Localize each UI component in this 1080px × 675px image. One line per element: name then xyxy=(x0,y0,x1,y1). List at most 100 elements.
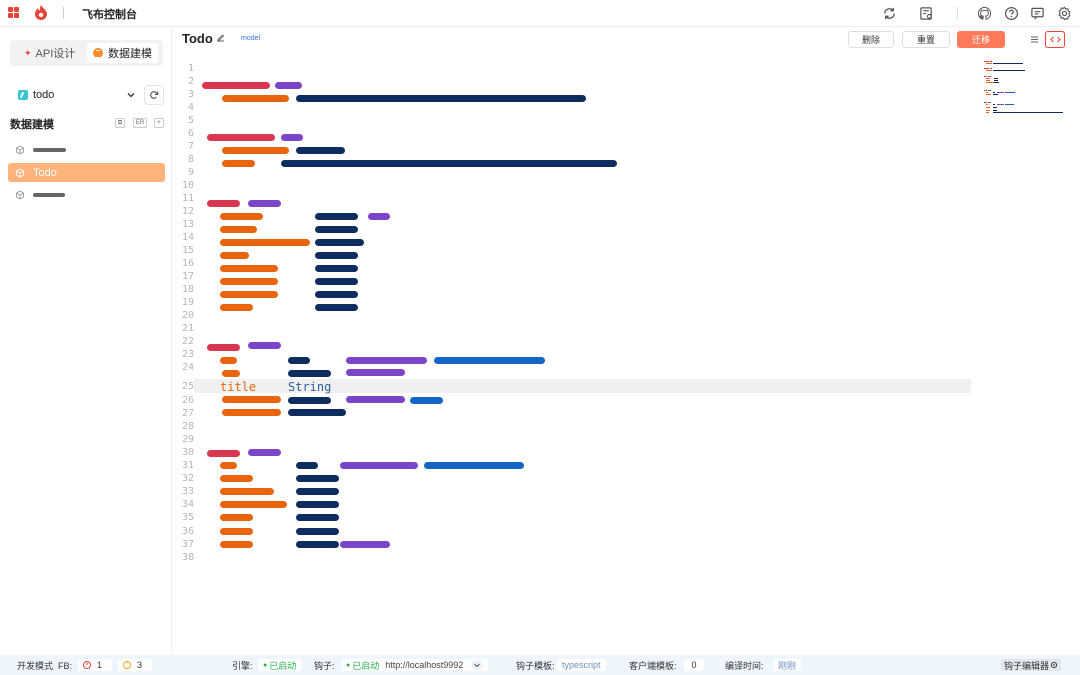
delete-button[interactable]: 删除 xyxy=(848,31,894,48)
line-number: 5 xyxy=(187,115,194,126)
section-tools: ⧉ ER + xyxy=(115,118,164,128)
refresh-button[interactable] xyxy=(144,85,164,105)
hook-template-value[interactable]: typescript xyxy=(557,659,606,671)
redacted-token xyxy=(202,82,270,89)
dev-mode-label: 开发模式 xyxy=(17,661,54,671)
hook-editor-label: 钩子编辑器 xyxy=(1004,660,1050,671)
line-number: 4 xyxy=(187,102,194,113)
sync-icon[interactable] xyxy=(881,5,897,21)
redacted-token xyxy=(248,449,281,456)
code-minimap[interactable] xyxy=(982,60,1066,116)
redacted-token xyxy=(220,226,257,233)
engine-status-chip[interactable]: ● 已启动 xyxy=(258,659,302,671)
code-icon xyxy=(1049,36,1061,43)
client-template-label: 客户端模板: xyxy=(629,661,677,671)
line-number: 8 xyxy=(187,154,194,165)
reset-button[interactable]: 重置 xyxy=(902,31,950,48)
redacted-token xyxy=(222,409,281,416)
redacted-token xyxy=(296,147,345,154)
redacted-token xyxy=(222,95,289,102)
status-bar: 开发模式 FB: × 1 ! 3 引擎: ● 已启动 钩子: ● 已启动 htt… xyxy=(0,655,1080,675)
github-icon[interactable] xyxy=(976,5,992,21)
redacted-token xyxy=(220,501,287,508)
redacted-token xyxy=(315,239,364,246)
redacted-token xyxy=(220,252,249,259)
fireboom-logo-icon[interactable] xyxy=(34,5,48,20)
sidebar: ✦ API设计 数据建模 todo 数据建模 ⧉ ER + Todo xyxy=(0,27,172,655)
redacted-token xyxy=(315,304,358,311)
settings-gear-icon[interactable] xyxy=(1056,5,1072,21)
model-item[interactable] xyxy=(8,140,165,159)
list-view-toggle[interactable] xyxy=(1024,31,1044,48)
redacted-token xyxy=(288,370,331,377)
warning-count-badge[interactable]: ! 3 xyxy=(118,659,152,671)
tab-data-modeling[interactable]: 数据建模 xyxy=(87,43,158,63)
database-icon xyxy=(93,48,103,58)
cube-icon xyxy=(16,189,24,200)
document-search-icon[interactable] xyxy=(918,5,934,21)
line-number: 26 xyxy=(181,395,194,406)
compile-time-value: 刚刚 xyxy=(773,659,802,671)
project-name: todo xyxy=(33,89,55,101)
gear-icon xyxy=(1050,661,1058,669)
redacted-token xyxy=(281,160,617,167)
apps-grid-icon[interactable] xyxy=(8,7,19,18)
line-number: 10 xyxy=(181,180,194,191)
redacted-token xyxy=(222,370,240,377)
redacted-token xyxy=(248,200,281,207)
sidebar-tabs: ✦ API设计 数据建模 xyxy=(10,40,163,66)
line-number: 28 xyxy=(181,421,194,432)
line-number: 14 xyxy=(181,232,194,243)
migrate-button[interactable]: 迁移 xyxy=(957,31,1005,48)
line-number: 16 xyxy=(181,258,194,269)
redacted-token xyxy=(434,357,545,364)
redacted-token xyxy=(296,514,339,521)
model-name-redacted xyxy=(33,147,66,152)
engine-status: 已启动 xyxy=(269,660,297,671)
error-count-badge[interactable]: × 1 xyxy=(78,659,112,671)
status-dot-icon: ● xyxy=(263,661,268,669)
code-view-toggle[interactable] xyxy=(1045,31,1065,48)
line-number: 18 xyxy=(181,284,194,295)
model-item-todo[interactable]: Todo xyxy=(8,163,165,182)
code-field-type: String xyxy=(288,380,332,394)
line-number: 32 xyxy=(181,473,194,484)
topbar-separator xyxy=(957,7,958,19)
project-select[interactable]: todo xyxy=(18,86,136,104)
cube-icon xyxy=(16,144,24,155)
editor-title: Todo xyxy=(182,31,213,46)
add-model-button[interactable]: + xyxy=(154,118,164,128)
help-icon[interactable] xyxy=(1003,5,1019,21)
line-number: 2 xyxy=(187,76,194,87)
top-bar: 飞布控制台 xyxy=(0,0,1080,27)
copy-model-button[interactable]: ⧉ xyxy=(115,118,125,128)
edit-pencil-icon[interactable] xyxy=(216,33,225,42)
hook-status-chip[interactable]: ● 已启动 http://localhost9992 xyxy=(341,659,489,671)
model-name-redacted xyxy=(33,192,65,197)
section-title-data-modeling: 数据建模 xyxy=(10,119,54,131)
redacted-token xyxy=(220,514,253,521)
error-count: 1 xyxy=(97,660,103,670)
code-editor[interactable]: 1 2 3 4 5 6 7 8 9 10 11 12 13 14 15 16 17 18 19 20 21 22 23 24 2… xyxy=(172,62,972,652)
fb-label: FB: xyxy=(58,660,73,671)
redacted-token xyxy=(346,396,405,403)
line-number: 37 xyxy=(181,539,194,550)
redacted-token xyxy=(410,397,443,404)
redacted-token xyxy=(220,541,253,548)
message-icon[interactable] xyxy=(1029,5,1045,21)
line-number: 19 xyxy=(181,297,194,308)
hook-url: http://localhost9992 xyxy=(385,660,464,670)
redacted-token xyxy=(220,304,253,311)
redacted-token xyxy=(220,357,237,364)
line-number: 25 xyxy=(181,381,194,392)
redacted-token xyxy=(248,342,281,349)
client-template-value[interactable]: 0 xyxy=(684,659,704,671)
line-number: 34 xyxy=(181,499,194,510)
tab-api-design[interactable]: ✦ API设计 xyxy=(24,43,84,63)
er-diagram-button[interactable]: ER xyxy=(133,118,147,128)
chevron-down-icon xyxy=(471,659,483,671)
model-item[interactable] xyxy=(8,185,165,204)
hook-editor-button[interactable]: 钩子编辑器 xyxy=(1001,659,1062,671)
api-design-icon: ✦ xyxy=(24,47,32,58)
redacted-token xyxy=(424,462,524,469)
